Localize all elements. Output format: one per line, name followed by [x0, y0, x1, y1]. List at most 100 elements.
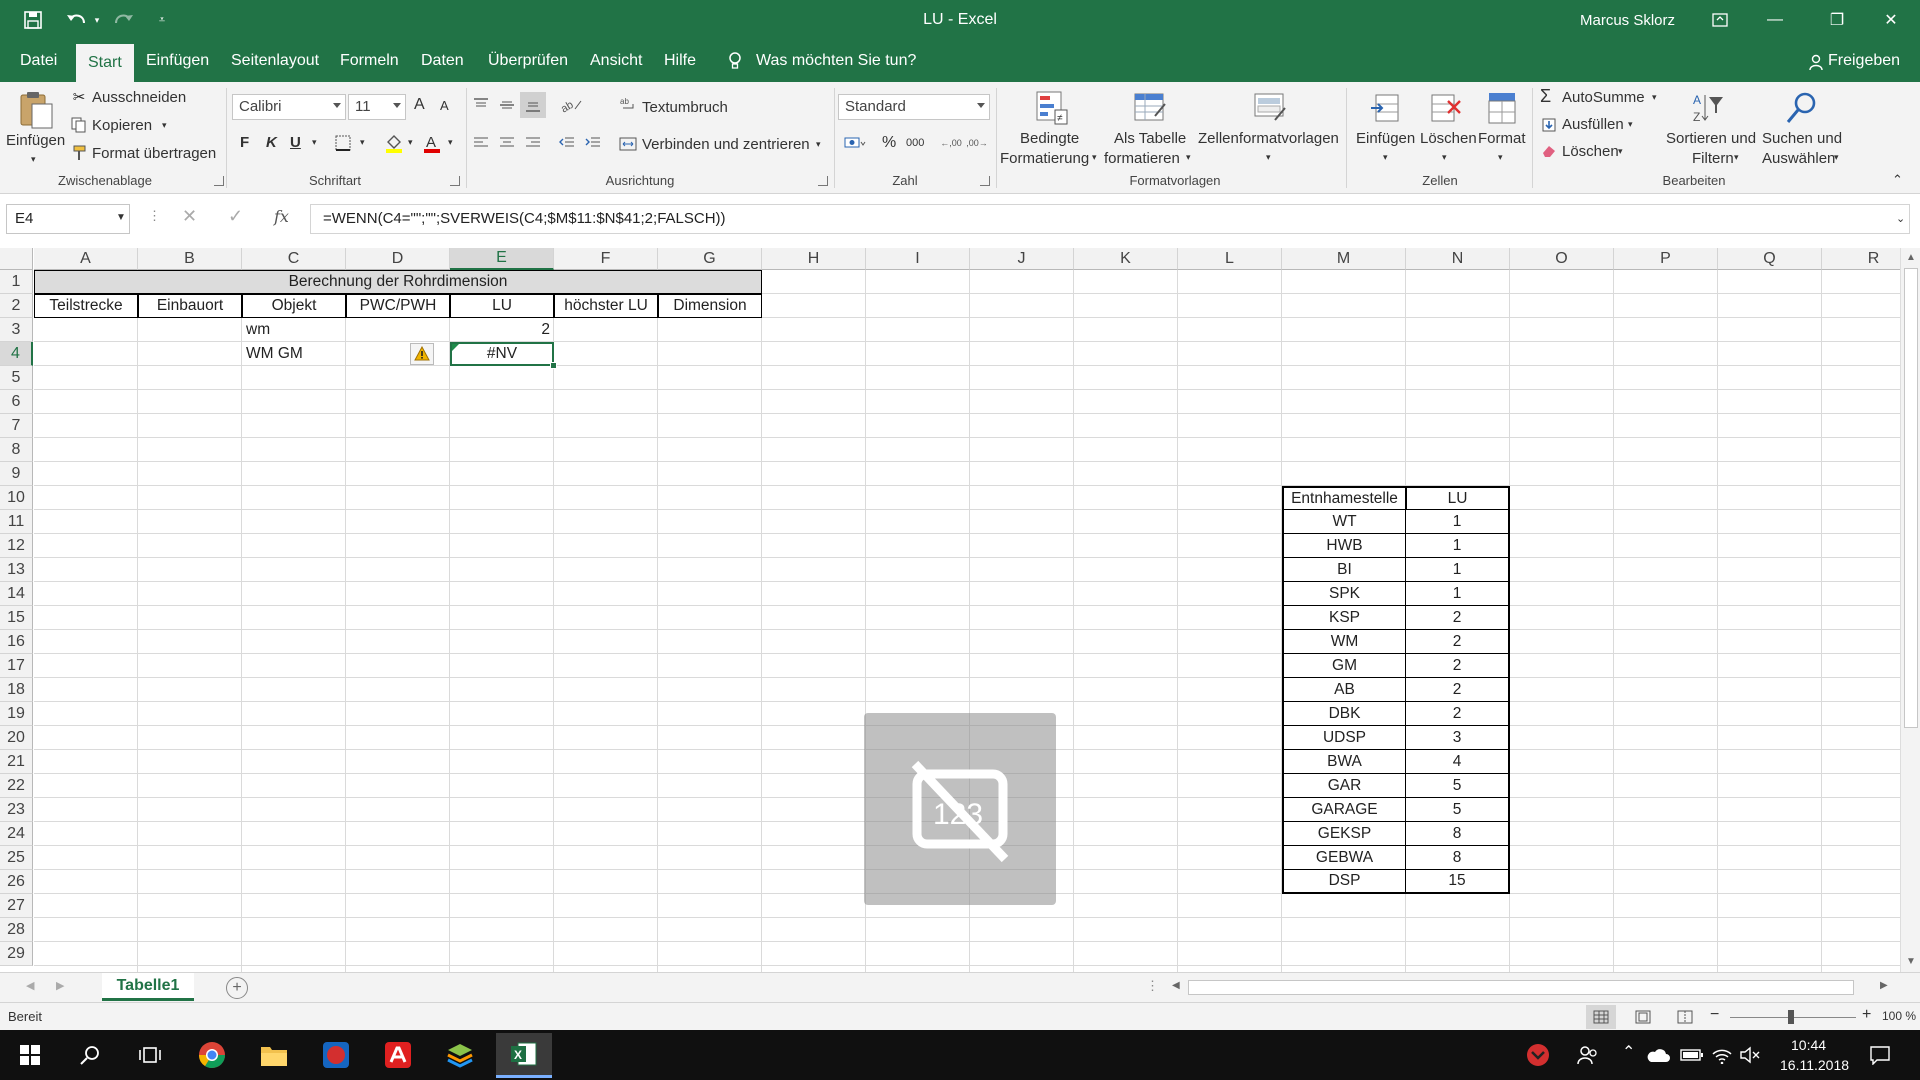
- insert-cells-button[interactable]: Einfügen: [1356, 130, 1415, 147]
- lookup-row-udsp-lu[interactable]: 3: [1406, 726, 1510, 750]
- lookup-row-garage-name[interactable]: GARAGE: [1282, 798, 1406, 822]
- copy-dropdown[interactable]: ▾: [162, 120, 167, 131]
- next-sheet-icon[interactable]: ▶: [56, 979, 64, 992]
- windows-start-icon[interactable]: [8, 1035, 52, 1075]
- header-cell-a[interactable]: Teilstrecke: [34, 294, 138, 318]
- cell-e3[interactable]: 2: [450, 318, 554, 342]
- chrome-icon[interactable]: [190, 1035, 234, 1075]
- align-top-icon[interactable]: [470, 94, 492, 116]
- confirm-entry-icon[interactable]: ✓: [228, 206, 243, 227]
- row-header-21[interactable]: 21: [0, 750, 33, 774]
- row-header-19[interactable]: 19: [0, 702, 33, 726]
- tab-formeln[interactable]: Formeln: [340, 40, 399, 82]
- copy-icon[interactable]: [70, 116, 88, 134]
- lookup-row-bi-name[interactable]: BI: [1282, 558, 1406, 582]
- undo-icon[interactable]: [62, 10, 92, 30]
- cell-c4[interactable]: WM GM: [242, 342, 346, 366]
- fill-color-dropdown[interactable]: ▾: [408, 137, 413, 148]
- horizontal-scroll-thumb[interactable]: [1188, 980, 1854, 995]
- clear-dropdown[interactable]: ▾: [1618, 146, 1623, 157]
- ribbon-display-icon[interactable]: [1708, 10, 1732, 30]
- percent-button[interactable]: %: [882, 134, 896, 152]
- lookup-row-bwa-lu[interactable]: 4: [1406, 750, 1510, 774]
- zoom-slider[interactable]: [1730, 1010, 1856, 1024]
- lookup-row-ab-lu[interactable]: 2: [1406, 678, 1510, 702]
- row-header-12[interactable]: 12: [0, 534, 33, 558]
- row-header-17[interactable]: 17: [0, 654, 33, 678]
- fill-color-icon[interactable]: [384, 132, 404, 154]
- lookup-row-gar-name[interactable]: GAR: [1282, 774, 1406, 798]
- font-color-icon[interactable]: A: [422, 132, 442, 154]
- align-left-icon[interactable]: [470, 132, 492, 154]
- lookup-row-bi-lu[interactable]: 1: [1406, 558, 1510, 582]
- tab-split-handle[interactable]: ⋮: [1146, 978, 1159, 994]
- search-icon[interactable]: [68, 1035, 112, 1075]
- file-explorer-icon[interactable]: [252, 1035, 296, 1075]
- lookup-row-dsp-lu[interactable]: 15: [1406, 870, 1510, 894]
- font-color-dropdown[interactable]: ▾: [448, 137, 453, 148]
- underline-button[interactable]: U: [290, 134, 301, 151]
- column-header-e[interactable]: E: [450, 248, 554, 270]
- column-header-m[interactable]: M: [1282, 248, 1406, 270]
- conditional-formatting-icon[interactable]: ≠: [1032, 88, 1072, 128]
- lookup-row-gebwa-name[interactable]: GEBWA: [1282, 846, 1406, 870]
- header-cell-g[interactable]: Dimension: [658, 294, 762, 318]
- column-header-b[interactable]: B: [138, 248, 242, 270]
- column-header-p[interactable]: P: [1614, 248, 1718, 270]
- lookup-header-lu[interactable]: LU: [1406, 486, 1510, 510]
- notifications-icon[interactable]: [1858, 1035, 1902, 1075]
- column-header-f[interactable]: F: [554, 248, 658, 270]
- lookup-row-garage-lu[interactable]: 5: [1406, 798, 1510, 822]
- clipboard-launcher[interactable]: [214, 176, 224, 186]
- name-box-dropdown[interactable]: ▼: [116, 212, 126, 223]
- cut-icon[interactable]: ✂: [70, 88, 88, 106]
- column-header-l[interactable]: L: [1178, 248, 1282, 270]
- cancel-entry-icon[interactable]: ✕: [182, 206, 197, 227]
- format-cells-icon[interactable]: [1482, 88, 1522, 128]
- row-header-13[interactable]: 13: [0, 558, 33, 582]
- name-box[interactable]: E4: [6, 204, 130, 234]
- font-launcher[interactable]: [450, 176, 460, 186]
- paste-button[interactable]: Einfügen: [6, 132, 65, 149]
- worksheet-grid[interactable]: ABCDEFGHIJKLMNOPQR 1 2 3 4 5 6 7 8 9 10 11 12 13 14 15…: [0, 248, 1900, 972]
- format-painter-button[interactable]: Format übertragen: [92, 145, 216, 162]
- wrap-text-button[interactable]: Textumbruch: [642, 99, 728, 116]
- cell-styles-icon[interactable]: [1250, 88, 1290, 128]
- prev-sheet-icon[interactable]: ◀: [26, 979, 34, 992]
- lookup-header-entnahmestelle[interactable]: Entnhamestelle: [1282, 486, 1406, 510]
- clock-time[interactable]: 10:44: [1791, 1037, 1826, 1053]
- number-format-select[interactable]: Standard: [838, 94, 990, 120]
- formula-bar-grip-icon[interactable]: ⋮: [148, 208, 161, 224]
- clear-button[interactable]: Löschen: [1562, 143, 1619, 160]
- lookup-row-wt-lu[interactable]: 1: [1406, 510, 1510, 534]
- cell-e4[interactable]: #NV: [450, 342, 554, 366]
- row-header-8[interactable]: 8: [0, 438, 33, 462]
- row-header-29[interactable]: 29: [0, 942, 33, 966]
- row-header-25[interactable]: 25: [0, 846, 33, 870]
- lookup-row-wt-name[interactable]: WT: [1282, 510, 1406, 534]
- column-header-n[interactable]: N: [1406, 248, 1510, 270]
- alignment-launcher[interactable]: [818, 176, 828, 186]
- decrease-indent-icon[interactable]: [556, 132, 578, 154]
- row-header-5[interactable]: 5: [0, 366, 33, 390]
- row-header-10[interactable]: 10: [0, 486, 33, 510]
- autosum-dropdown[interactable]: ▾: [1652, 92, 1657, 103]
- column-header-a[interactable]: A: [34, 248, 138, 270]
- bold-button[interactable]: F: [240, 134, 249, 151]
- conditional-formatting-button[interactable]: Bedingte: [1020, 130, 1079, 147]
- row-header-28[interactable]: 28: [0, 918, 33, 942]
- scroll-down-icon[interactable]: ▼: [1906, 956, 1916, 967]
- row-header-24[interactable]: 24: [0, 822, 33, 846]
- shrink-font-button[interactable]: A: [440, 98, 449, 113]
- header-cell-d[interactable]: PWC/PWH: [346, 294, 450, 318]
- increase-indent-icon[interactable]: [582, 132, 604, 154]
- volume-muted-icon[interactable]: [1732, 1035, 1768, 1075]
- insert-function-icon[interactable]: fx: [274, 207, 289, 226]
- people-icon[interactable]: [1566, 1035, 1610, 1075]
- row-header-3[interactable]: 3: [0, 318, 33, 342]
- header-cell-b[interactable]: Einbauort: [138, 294, 242, 318]
- autosum-button[interactable]: AutoSumme: [1562, 89, 1645, 106]
- cell-styles-dropdown[interactable]: ▾: [1266, 152, 1271, 163]
- lookup-row-dbk-name[interactable]: DBK: [1282, 702, 1406, 726]
- lookup-row-gm-lu[interactable]: 2: [1406, 654, 1510, 678]
